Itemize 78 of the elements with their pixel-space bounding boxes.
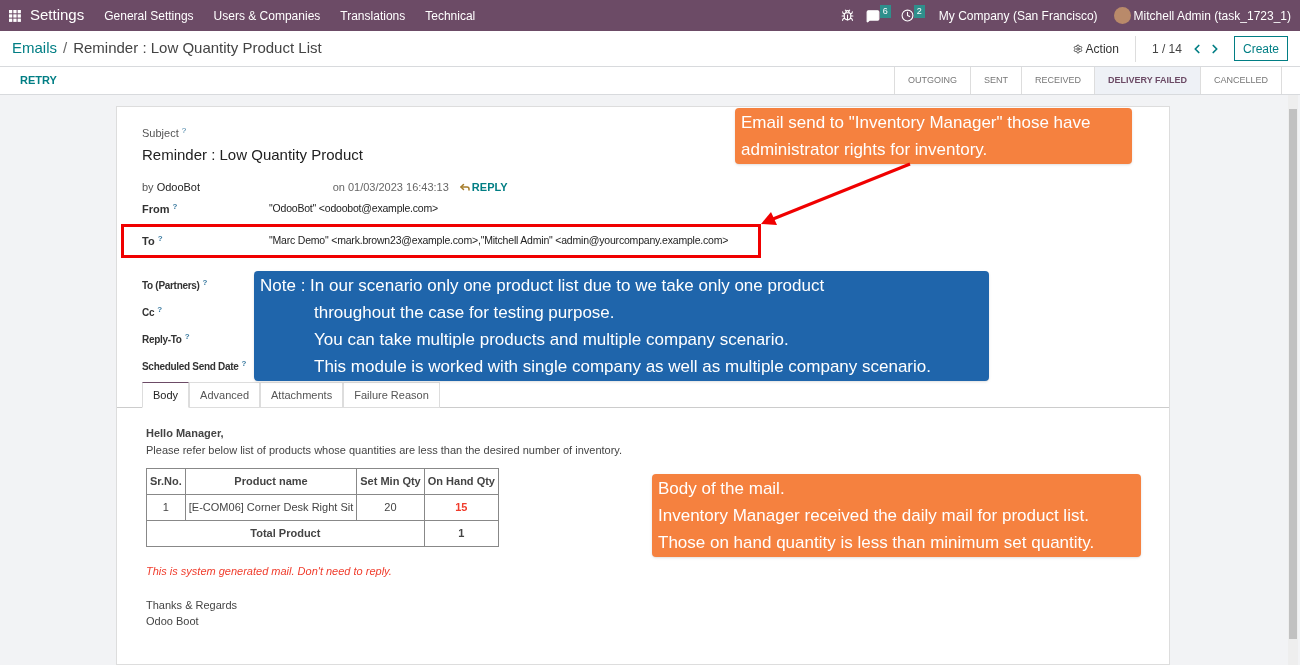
tab[interactable]: Advanced	[189, 382, 260, 408]
intro-text: Please refer below list of products whose quantities are less than the desired number of inventory.	[146, 442, 624, 458]
table-cell: 1	[146, 494, 186, 521]
menu-item[interactable]: Technical	[425, 6, 476, 25]
activity-icon[interactable]	[900, 9, 914, 22]
column-header: Product name	[185, 468, 357, 495]
author-name: OdooBot	[156, 179, 202, 195]
field-value: "OdooBot" <odoobot@example.com>	[269, 201, 438, 217]
user-menu[interactable]: Mitchell Admin (task_1723_1)	[1133, 6, 1291, 25]
field-label: Reply-To	[142, 334, 182, 345]
app-name[interactable]: Settings	[30, 4, 85, 27]
tab[interactable]: Body	[142, 382, 190, 408]
reply-button[interactable]: REPLY	[458, 178, 508, 196]
user-avatar[interactable]	[1113, 7, 1131, 24]
tab[interactable]: Attachments	[260, 382, 344, 408]
tab[interactable]: Failure Reason	[343, 382, 440, 408]
field-label: Subject	[142, 127, 179, 139]
column-header: Set Min Qty	[356, 468, 425, 495]
company-switcher[interactable]: My Company (San Francisco)	[938, 6, 1098, 25]
note-line: Inventory Manager received the daily mail for product list.	[658, 505, 1090, 527]
table-cell: 15	[424, 494, 499, 521]
note-line: Those on hand quantity is less than minimum set quantity.	[658, 532, 1096, 554]
column-header: Sr.No.	[146, 468, 186, 495]
field-label: Cc	[142, 307, 155, 318]
note-line: Body of the mail.	[658, 478, 786, 500]
breadcrumb-separator: /	[63, 38, 68, 59]
menu-item[interactable]: General Settings	[104, 6, 194, 25]
notice-text: This is system generated mail. Don't need to reply.	[146, 564, 393, 579]
messages-icon[interactable]	[865, 8, 880, 23]
create-button[interactable]: Create	[1233, 36, 1288, 61]
scrollbar[interactable]	[1288, 95, 1298, 665]
help-mark[interactable]: ?	[172, 201, 178, 211]
note-line: You can take multiple products and multiple company scenario.	[313, 329, 790, 351]
record-title: Reminder : Low Quantity Product List	[73, 38, 322, 59]
column-header: On Hand Qty	[424, 468, 499, 495]
note-line: throughout the case for testing purpose.	[313, 302, 616, 324]
field-label: Scheduled Send Date	[142, 361, 239, 372]
field-label: To	[142, 234, 155, 247]
note-line: Email send to "Inventory Manager" those have	[741, 112, 1092, 134]
table-cell: 20	[356, 494, 425, 521]
apps-menu-icon[interactable]	[9, 9, 21, 22]
help-mark[interactable]: ?	[202, 278, 208, 287]
field-value: "Marc Demo" <mark.brown23@example.com>,"Mitchell Admin" <admin@yourcompany.example.com>	[269, 233, 729, 249]
subject-value: Reminder : Low Quantity Product	[142, 144, 363, 165]
field-label: From	[142, 202, 170, 215]
greeting-text: Hello Manager,	[146, 426, 225, 441]
help-mark[interactable]: ?	[157, 233, 163, 243]
author-prefix: by	[142, 179, 154, 195]
action-button[interactable]: Action	[1072, 35, 1136, 62]
help-mark[interactable]: ?	[241, 359, 247, 368]
help-mark[interactable]: ?	[181, 126, 187, 135]
help-mark[interactable]: ?	[184, 332, 190, 341]
count-badge: 6	[879, 4, 891, 19]
table-cell: 1	[424, 520, 499, 547]
status-step[interactable]: DELIVERY FAILED	[1094, 67, 1201, 94]
pager-value: 1 / 14	[1151, 40, 1182, 58]
table-cell: Total Product	[146, 520, 425, 547]
count-badge: 2	[913, 4, 925, 19]
breadcrumb-link[interactable]: Emails	[12, 37, 57, 60]
field-label: To (Partners)	[142, 280, 200, 291]
debug-icon[interactable]	[840, 9, 854, 22]
signature-text: Odoo Boot	[146, 614, 200, 629]
note-line: This module is worked with single company as well as multiple company scenario.	[313, 356, 932, 378]
menu-item[interactable]: Translations	[340, 6, 406, 25]
status-step[interactable]: SENT	[970, 67, 1022, 94]
status-step[interactable]: CANCELLED	[1200, 67, 1282, 94]
gear-icon	[1072, 43, 1083, 54]
note-line: administrator rights for inventory.	[741, 139, 989, 161]
reply-icon	[458, 181, 471, 193]
table-cell: [E-COM06] Corner Desk Right Sit	[185, 494, 357, 521]
menu-item[interactable]: Users & Companies	[213, 6, 321, 25]
help-mark[interactable]: ?	[157, 305, 162, 314]
note-line: Note : In our scenario only one product list due to we take only one product	[260, 275, 826, 297]
status-step[interactable]: RECEIVED	[1021, 67, 1095, 94]
status-step[interactable]: OUTGOING	[894, 67, 971, 94]
retry-button[interactable]: RETRY	[0, 72, 77, 89]
closing-text: Thanks & Regards	[146, 597, 239, 613]
message-date: on 01/03/2023 16:43:13	[332, 179, 449, 195]
